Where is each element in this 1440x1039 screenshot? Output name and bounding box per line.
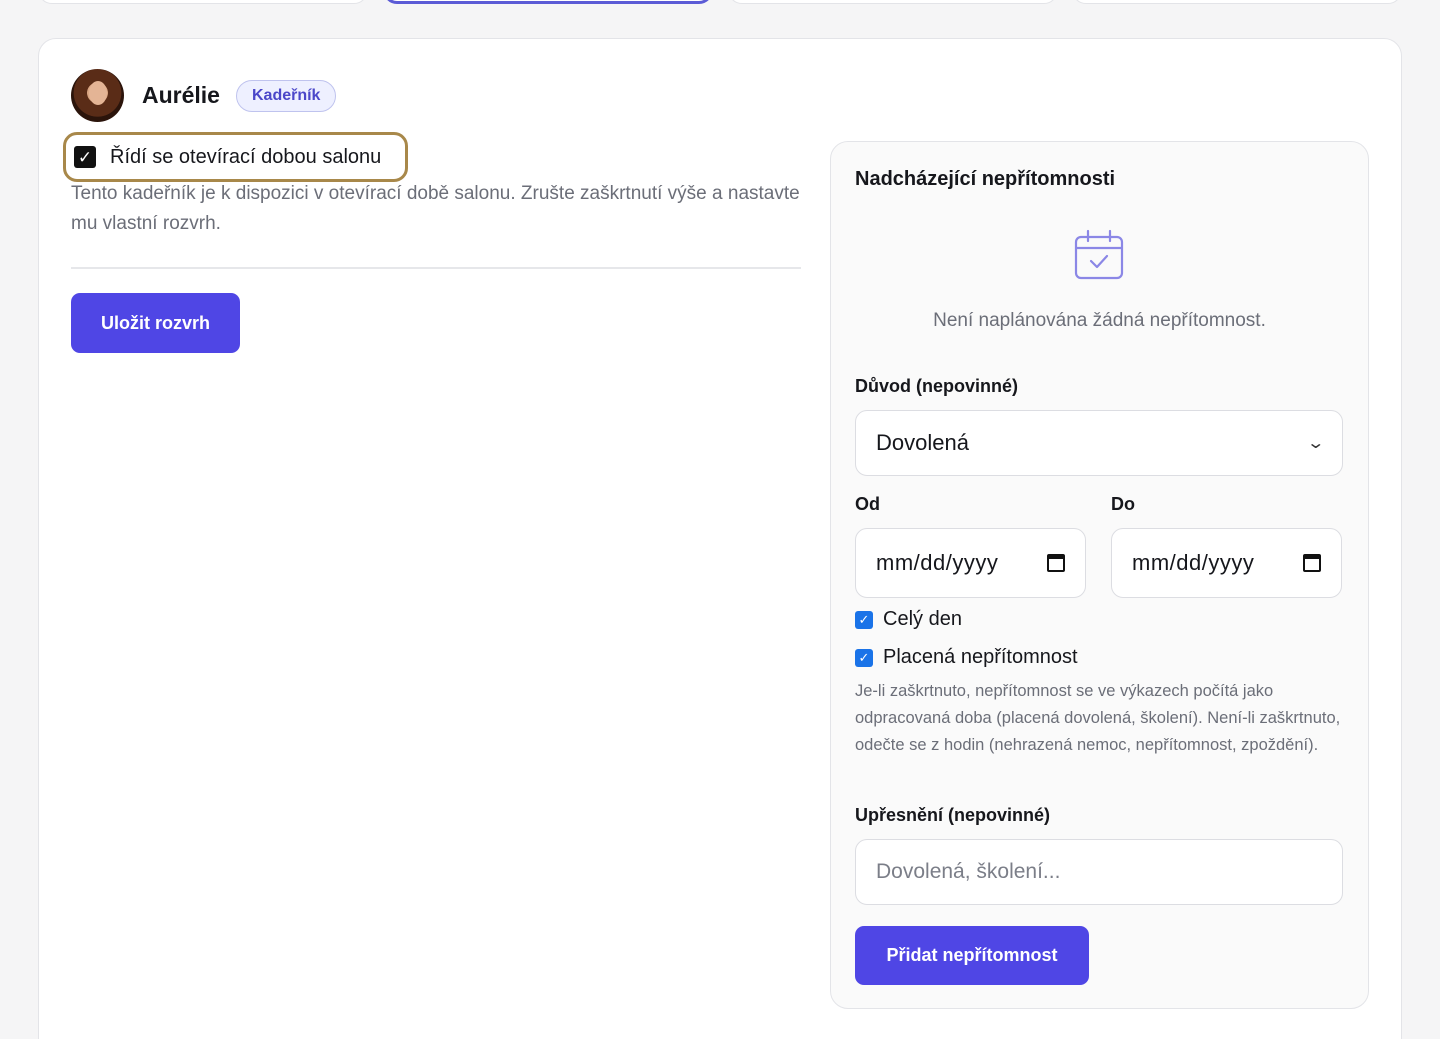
paid-absence-label: Placená nepřítomnost [883, 646, 1078, 668]
note-input[interactable] [855, 839, 1343, 905]
absences-title: Nadcházející nepřítomnosti [855, 168, 1116, 190]
from-date-input[interactable]: mm/dd/yyyy [855, 528, 1086, 598]
all-day-checkbox[interactable]: ✓ [855, 610, 873, 629]
paid-absence-checkbox[interactable]: ✓ [855, 648, 873, 667]
tab-3[interactable] [728, 0, 1058, 4]
tab-2-active[interactable] [383, 0, 713, 4]
absences-panel: Nadcházející nepřítomnosti Není naplánov… [830, 141, 1369, 1009]
check-icon: ✓ [858, 650, 870, 665]
tab-4[interactable] [1072, 0, 1402, 4]
to-date-placeholder: mm/dd/yyyy [1132, 550, 1255, 575]
follow-salon-hours-label: Řídí se otevírací dobou salonu [110, 145, 382, 168]
from-label: Od [855, 494, 880, 514]
save-schedule-button[interactable]: Uložit rozvrh [71, 293, 240, 353]
role-badge: Kadeřník [235, 79, 337, 112]
note-label: Upřesnění (nepovinné) [855, 805, 1051, 825]
reason-select[interactable]: Dovolená ⌄ [855, 410, 1343, 476]
tab-1[interactable] [38, 0, 368, 4]
check-icon: ✓ [858, 612, 870, 627]
calendar-icon[interactable] [1047, 554, 1065, 572]
staff-name: Aurélie [142, 82, 220, 108]
calendar-check-icon [1074, 229, 1124, 280]
to-label: Do [1111, 494, 1135, 514]
schedule-help-text: Tento kadeřník je k dispozici v otevírac… [71, 183, 800, 234]
check-icon: ✓ [77, 147, 93, 167]
to-date-input[interactable]: mm/dd/yyyy [1111, 528, 1342, 598]
all-day-label: Celý den [883, 608, 962, 630]
chevron-down-icon: ⌄ [1305, 435, 1325, 452]
calendar-icon[interactable] [1303, 554, 1321, 572]
follow-salon-hours-checkbox[interactable]: ✓ [74, 146, 96, 168]
divider [71, 267, 801, 269]
reason-select-value: Dovolená [876, 430, 969, 455]
avatar [71, 69, 124, 122]
paid-absence-help-text: Je-li zaškrtnuto, nepřítomnost se ve výk… [855, 682, 1341, 754]
absences-empty-text: Není naplánována žádná nepřítomnost. [933, 310, 1266, 331]
staff-header: Aurélie Kadeřník [71, 69, 337, 122]
add-absence-button[interactable]: Přidat nepřítomnost [855, 926, 1089, 985]
all-day-toggle[interactable]: ✓ Celý den [855, 608, 962, 631]
paid-absence-toggle[interactable]: ✓ Placená nepřítomnost [855, 646, 1078, 669]
follow-salon-hours-toggle[interactable]: ✓ Řídí se otevírací dobou salonu [63, 132, 408, 182]
top-tabs [38, 0, 1402, 6]
from-date-placeholder: mm/dd/yyyy [876, 550, 999, 575]
staff-schedule-card: Aurélie Kadeřník ✓ Řídí se otevírací dob… [38, 38, 1402, 1039]
reason-label: Důvod (nepovinné) [855, 376, 1018, 396]
